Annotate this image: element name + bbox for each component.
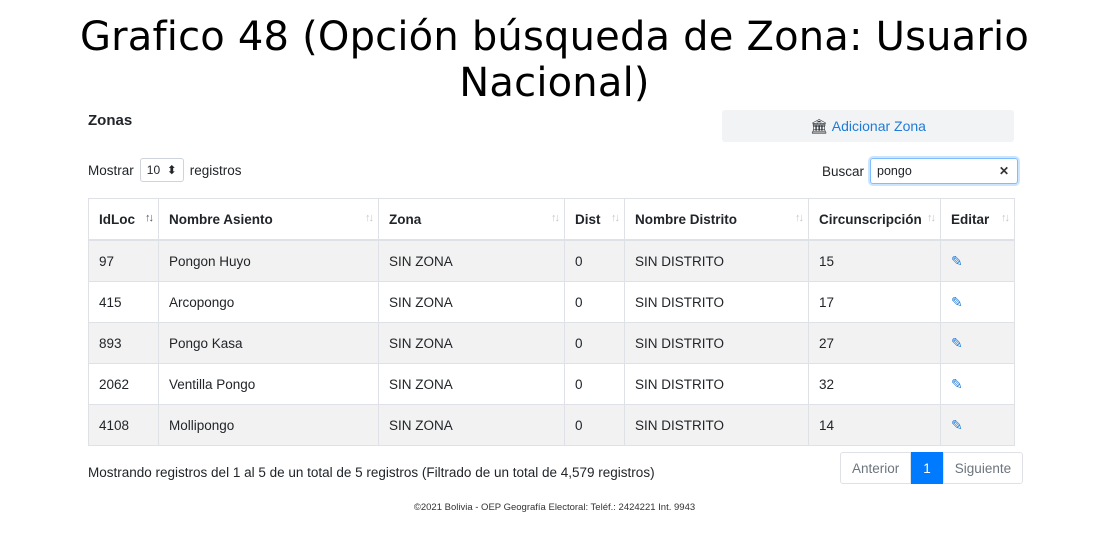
cell-zona: SIN ZONA <box>378 363 565 405</box>
cell-editar: ✎ <box>940 404 1015 446</box>
cell-idloc: 4108 <box>88 404 159 446</box>
edit-icon[interactable]: ✎ <box>951 335 963 351</box>
cell-idloc: 893 <box>88 322 159 364</box>
edit-icon[interactable]: ✎ <box>951 253 963 269</box>
cell-circunscripcion: 27 <box>808 322 941 364</box>
search-value: pongo <box>877 164 912 178</box>
cell-editar: ✎ <box>940 363 1015 405</box>
column-header-nombre-asiento[interactable]: Nombre Asiento ↑↓ <box>158 198 379 241</box>
page-length-select[interactable]: 10 ⬍ <box>139 158 184 182</box>
cell-dist: 0 <box>564 322 625 364</box>
cell-zona: SIN ZONA <box>378 239 565 282</box>
search-label: Buscar <box>822 163 865 179</box>
search-control: Buscar pongo ✕ <box>822 158 1019 184</box>
cell-nombre-distrito: SIN DISTRITO <box>624 322 809 364</box>
cell-idloc: 2062 <box>88 363 159 405</box>
cell-editar: ✎ <box>940 239 1015 282</box>
cell-nombre-distrito: SIN DISTRITO <box>624 404 809 446</box>
cell-dist: 0 <box>564 239 625 282</box>
select-arrows-icon: ⬍ <box>166 163 177 177</box>
cell-circunscripcion: 14 <box>808 404 941 446</box>
add-zone-label: Adicionar Zona <box>831 118 926 134</box>
column-header-circunscripcion[interactable]: Circunscripción ↑↓ <box>808 198 941 241</box>
sort-icon: ↑↓ <box>927 212 936 224</box>
page-length-value: 10 <box>146 163 161 177</box>
pagination-page-1[interactable]: 1 <box>911 452 943 484</box>
cell-circunscripcion: 15 <box>808 239 941 282</box>
cell-dist: 0 <box>564 404 625 446</box>
edit-icon[interactable]: ✎ <box>951 294 963 310</box>
bank-icon: 🏛 <box>810 117 828 134</box>
pagination-next[interactable]: Siguiente <box>942 452 1024 484</box>
cell-dist: 0 <box>564 281 625 323</box>
zones-table: IdLoc ↑↓ Nombre Asiento ↑↓ Zona ↑↓ Dist ↑↓ N… <box>88 198 1015 446</box>
cell-nombre-asiento: Pongon Huyo <box>158 239 379 282</box>
cell-nombre-asiento: Ventilla Pongo <box>158 363 379 405</box>
cell-nombre-asiento: Mollipongo <box>158 404 379 446</box>
column-header-zona[interactable]: Zona ↑↓ <box>378 198 565 241</box>
length-prefix: Mostrar <box>88 162 134 178</box>
search-input[interactable]: pongo ✕ <box>870 158 1019 184</box>
cell-zona: SIN ZONA <box>378 281 565 323</box>
table-row: 97 Pongon Huyo SIN ZONA 0 SIN DISTRITO 1… <box>88 239 1015 282</box>
cell-zona: SIN ZONA <box>378 404 565 446</box>
cell-circunscripcion: 17 <box>808 281 941 323</box>
table-row: 893 Pongo Kasa SIN ZONA 0 SIN DISTRITO 2… <box>88 322 1015 364</box>
sort-icon: ↑↓ <box>145 212 154 224</box>
cell-dist: 0 <box>564 363 625 405</box>
slide-title: Grafico 48 (Opción búsqueda de Zona: Usu… <box>79 14 1030 106</box>
cell-nombre-asiento: Pongo Kasa <box>158 322 379 364</box>
pagination-previous[interactable]: Anterior <box>840 452 912 484</box>
table-header-row: IdLoc ↑↓ Nombre Asiento ↑↓ Zona ↑↓ Dist ↑↓ N… <box>88 198 1015 241</box>
table-info: Mostrando registros del 1 al 5 de un tot… <box>88 465 655 480</box>
cell-nombre-distrito: SIN DISTRITO <box>624 363 809 405</box>
sort-icon: ↑↓ <box>1001 212 1010 224</box>
edit-icon[interactable]: ✎ <box>951 376 963 392</box>
pagination: Anterior 1 Siguiente <box>840 452 1024 484</box>
page-title: Zonas <box>88 112 133 129</box>
footer-text: ©2021 Bolivia - OEP Geografía Electoral:… <box>413 502 696 513</box>
length-suffix: registros <box>189 162 242 178</box>
cell-idloc: 97 <box>88 239 159 282</box>
cell-nombre-distrito: SIN DISTRITO <box>624 239 809 282</box>
table-row: 2062 Ventilla Pongo SIN ZONA 0 SIN DISTR… <box>88 363 1015 405</box>
column-header-idloc[interactable]: IdLoc ↑↓ <box>88 198 159 241</box>
edit-icon[interactable]: ✎ <box>951 417 963 433</box>
cell-nombre-distrito: SIN DISTRITO <box>624 281 809 323</box>
cell-zona: SIN ZONA <box>378 322 565 364</box>
table-row: 415 Arcopongo SIN ZONA 0 SIN DISTRITO 17… <box>88 281 1015 323</box>
sort-icon: ↑↓ <box>551 212 560 224</box>
table-row: 4108 Mollipongo SIN ZONA 0 SIN DISTRITO … <box>88 404 1015 446</box>
cell-nombre-asiento: Arcopongo <box>158 281 379 323</box>
cell-circunscripcion: 32 <box>808 363 941 405</box>
cell-editar: ✎ <box>940 281 1015 323</box>
clear-icon[interactable]: ✕ <box>999 164 1009 178</box>
length-control: Mostrar 10 ⬍ registros <box>88 158 242 182</box>
column-header-editar[interactable]: Editar ↑↓ <box>940 198 1015 241</box>
sort-icon: ↑↓ <box>611 212 620 224</box>
column-header-dist[interactable]: Dist ↑↓ <box>564 198 625 241</box>
cell-idloc: 415 <box>88 281 159 323</box>
sort-icon: ↑↓ <box>365 212 374 224</box>
sort-icon: ↑↓ <box>795 212 804 224</box>
cell-editar: ✎ <box>940 322 1015 364</box>
column-header-nombre-distrito[interactable]: Nombre Distrito ↑↓ <box>624 198 809 241</box>
add-zone-button[interactable]: 🏛 Adicionar Zona <box>722 110 1014 142</box>
